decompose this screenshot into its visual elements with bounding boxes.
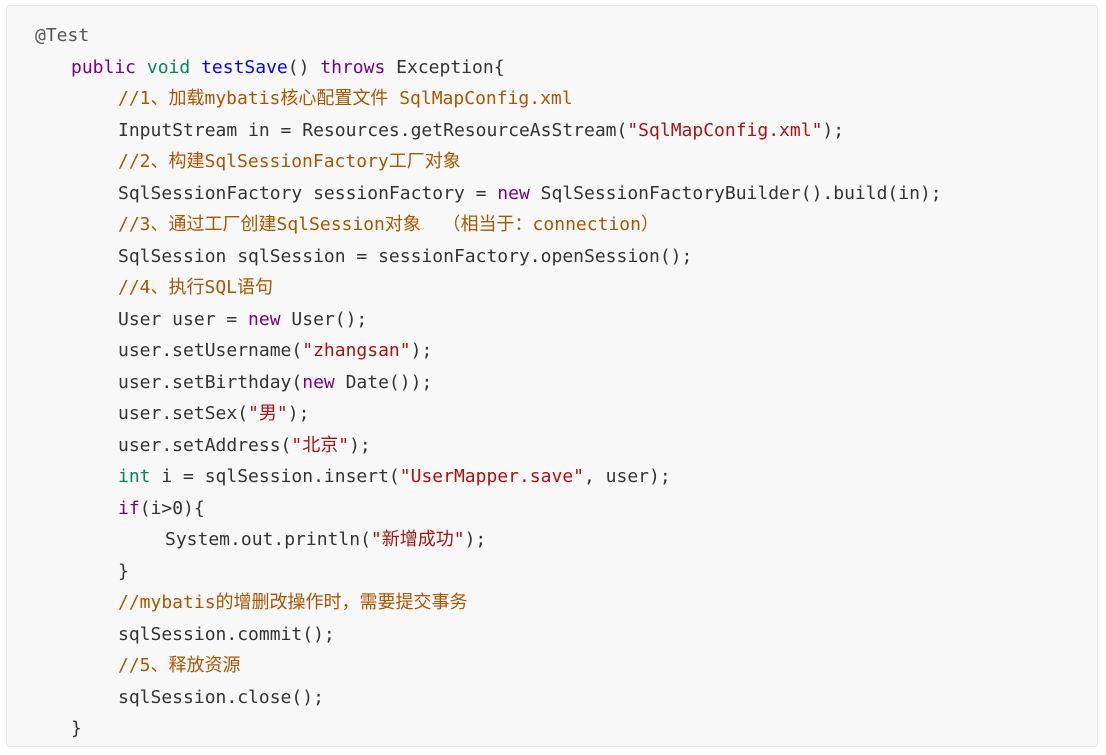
code-token-plain: user.setBirthday( — [118, 371, 303, 393]
code-token-plain: ); — [287, 403, 310, 424]
code-token-comment: //1、加载mybatis核心配置文件 SqlMapConfig.xml — [118, 88, 573, 109]
code-token-plain: } — [118, 560, 129, 582]
code-token-string: "北京" — [291, 434, 350, 456]
code-line: System.out.println("新增成功"); — [7, 524, 1097, 556]
code-line: user.setAddress("北京"); — [7, 430, 1097, 462]
code-line: //3、通过工厂创建SqlSession对象 （相当于：connection） — [7, 209, 1097, 241]
code-line: //2、构建SqlSessionFactory工厂对象 — [7, 146, 1097, 178]
code-line: InputStream in = Resources.getResourceAs… — [7, 115, 1097, 147]
code-token-annotation: @Test — [35, 25, 90, 46]
code-token-plain: sqlSession.close(); — [118, 686, 324, 708]
code-token-plain: user.setUsername( — [118, 340, 303, 361]
code-line: SqlSessionFactory sessionFactory = new S… — [7, 178, 1097, 210]
code-token-type: void — [146, 56, 191, 78]
code-token-plain: SqlSessionFactory sessionFactory = — [118, 182, 498, 204]
code-line: user.setBirthday(new Date()); — [7, 367, 1097, 399]
code-token-string: "新增成功" — [370, 529, 465, 550]
code-line: SqlSession sqlSession = sessionFactory.o… — [7, 241, 1097, 273]
code-token-plain: ); — [410, 340, 433, 361]
code-token-plain: Exception{ — [385, 56, 505, 78]
code-token-string: "zhangsan" — [302, 340, 411, 361]
code-token-comment: //5、释放资源 — [118, 655, 241, 676]
code-line: //4、执行SQL语句 — [7, 272, 1097, 304]
code-line: @Test — [7, 20, 1097, 52]
code-token-plain: SqlSessionFactoryBuilder().build(in); — [529, 182, 942, 204]
code-token-plain: User user = — [118, 308, 249, 330]
code-line: int i = sqlSession.insert("UserMapper.sa… — [7, 461, 1097, 493]
code-token-string: "UserMapper.save" — [399, 466, 584, 487]
code-token-plain: user.setSex( — [118, 403, 249, 424]
code-token-keyword: new — [248, 308, 281, 330]
code-line: sqlSession.commit(); — [7, 619, 1097, 651]
code-token-keyword: new — [497, 182, 530, 204]
code-line: user.setUsername("zhangsan"); — [7, 335, 1097, 367]
code-line: } — [7, 713, 1097, 745]
code-token-func: testSave — [201, 56, 288, 78]
code-token-string: "SqlMapConfig.xml" — [627, 119, 823, 141]
code-token-plain: sqlSession.commit(); — [118, 623, 335, 645]
code-line: //1、加载mybatis核心配置文件 SqlMapConfig.xml — [7, 83, 1097, 115]
code-token-plain: System.out.println( — [165, 529, 371, 550]
code-token-type: int — [118, 466, 151, 487]
code-token-plain: () — [287, 56, 321, 78]
code-token-comment: //mybatis的增删改操作时，需要提交事务 — [118, 592, 468, 613]
code-token-string: "男" — [248, 403, 288, 424]
code-line: sqlSession.close(); — [7, 682, 1097, 714]
code-line: } — [7, 556, 1097, 588]
code-token-plain: } — [71, 718, 82, 739]
code-line: if(i>0){ — [7, 493, 1097, 525]
code-token-comment: //4、执行SQL语句 — [118, 277, 274, 298]
code-token-plain: ); — [349, 434, 371, 456]
code-token-comment: //3、通过工厂创建SqlSession对象 （相当于：connection） — [118, 214, 659, 235]
code-line: //mybatis的增删改操作时，需要提交事务 — [7, 587, 1097, 619]
code-line: public void testSave() throws Exception{ — [7, 52, 1097, 84]
code-token-plain: i = sqlSession.insert( — [150, 466, 400, 487]
code-token-keyword: throws — [320, 56, 386, 78]
code-token-plain: , user); — [584, 466, 671, 487]
code-token-keyword: new — [302, 371, 335, 393]
code-token-keyword: if — [118, 497, 140, 519]
code-token-keyword: public — [71, 56, 137, 78]
code-token-plain: User(); — [280, 308, 368, 330]
code-token-plain: ); — [822, 119, 845, 141]
code-block: @Test public void testSave() throws Excep… — [6, 5, 1098, 747]
code-token-plain: ); — [464, 529, 487, 550]
code-token-comment: //2、构建SqlSessionFactory工厂对象 — [118, 151, 461, 172]
code-line: user.setSex("男"); — [7, 398, 1097, 430]
code-line: //5、释放资源 — [7, 650, 1097, 682]
code-token-plain: InputStream in = Resources.getResourceAs… — [118, 119, 628, 141]
code-line: User user = new User(); — [7, 304, 1097, 336]
code-token-plain: user.setAddress( — [118, 434, 292, 456]
code-token-plain: (i>0){ — [139, 497, 205, 519]
code-content: @Test public void testSave() throws Excep… — [7, 20, 1097, 745]
code-token-plain: SqlSession sqlSession = sessionFactory.o… — [118, 245, 693, 267]
code-token-plain: Date()); — [334, 371, 433, 393]
